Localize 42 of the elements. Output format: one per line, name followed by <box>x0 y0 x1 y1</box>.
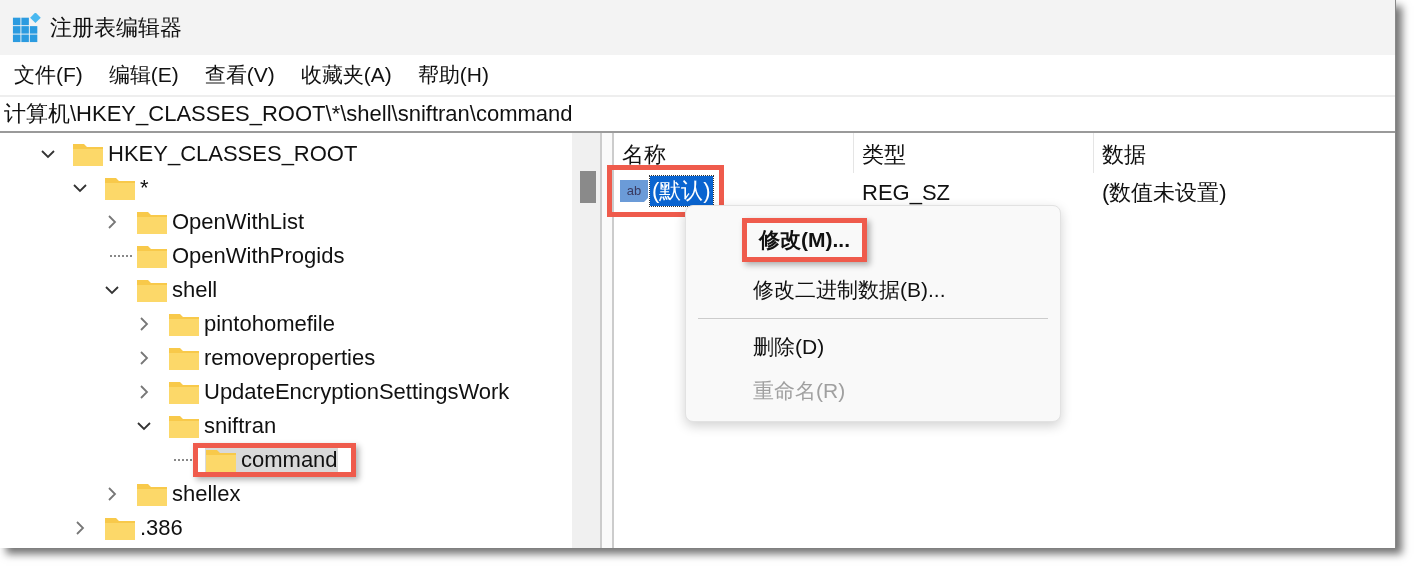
folder-icon <box>136 277 168 303</box>
table-cell-text: REG_SZ <box>861 180 952 206</box>
context-menu-item[interactable]: 修改(M)... <box>742 218 867 262</box>
registry-icon <box>12 12 42 43</box>
column-header[interactable]: 数据 <box>1094 133 1395 173</box>
folder-icon <box>136 243 168 269</box>
tree-item[interactable]: * <box>102 173 157 203</box>
menu-item[interactable]: 编辑(E) <box>108 61 179 89</box>
context-menu-item[interactable]: 修改二进制数据(B)... <box>698 268 946 312</box>
context-menu-item[interactable]: 删除(D) <box>698 325 825 369</box>
tree-item[interactable]: shell <box>134 275 226 305</box>
folder-icon <box>168 379 200 405</box>
address-bar[interactable]: 计算机\HKEY_CLASSES_ROOT\*\shell\sniftran\command <box>0 95 1395 133</box>
menu-item[interactable]: 查看(V) <box>204 61 275 89</box>
pane-splitter[interactable] <box>600 133 614 548</box>
tree-item[interactable]: shellex <box>134 479 249 509</box>
folder-icon <box>168 345 200 371</box>
tree-item[interactable]: command <box>193 443 356 477</box>
menu-item[interactable]: 帮助(H) <box>417 61 489 89</box>
table-cell-text: (数值未设置) <box>1101 179 1227 207</box>
folder-icon <box>72 141 104 167</box>
folder-icon <box>136 209 168 235</box>
window-title: 注册表编辑器 <box>50 13 182 42</box>
scrollbar[interactable] <box>572 133 600 548</box>
folder-icon <box>136 481 168 507</box>
tree-item[interactable]: OpenWithList <box>134 207 313 237</box>
tree-item[interactable]: HKEY_CLASSES_ROOT <box>70 139 366 169</box>
folder-icon <box>205 447 237 473</box>
tree-item[interactable]: sniftran <box>166 411 285 441</box>
column-header[interactable]: 类型 <box>854 133 1094 173</box>
folder-icon <box>168 311 200 337</box>
folder-icon <box>168 413 200 439</box>
tree-item[interactable]: OpenWithProgids <box>134 241 353 271</box>
column-header[interactable]: 名称 <box>614 133 854 173</box>
tree-item[interactable]: UpdateEncryptionSettingsWork <box>166 377 518 407</box>
tree-item[interactable]: .386 <box>102 513 191 543</box>
folder-icon <box>104 175 136 201</box>
menu-item[interactable]: 收藏夹(A) <box>300 61 392 89</box>
tree-item[interactable]: removeproperties <box>166 343 384 373</box>
menu-item[interactable]: 文件(F) <box>14 61 83 89</box>
tree-item[interactable]: pintohomefile <box>166 309 343 339</box>
folder-icon <box>104 515 136 541</box>
